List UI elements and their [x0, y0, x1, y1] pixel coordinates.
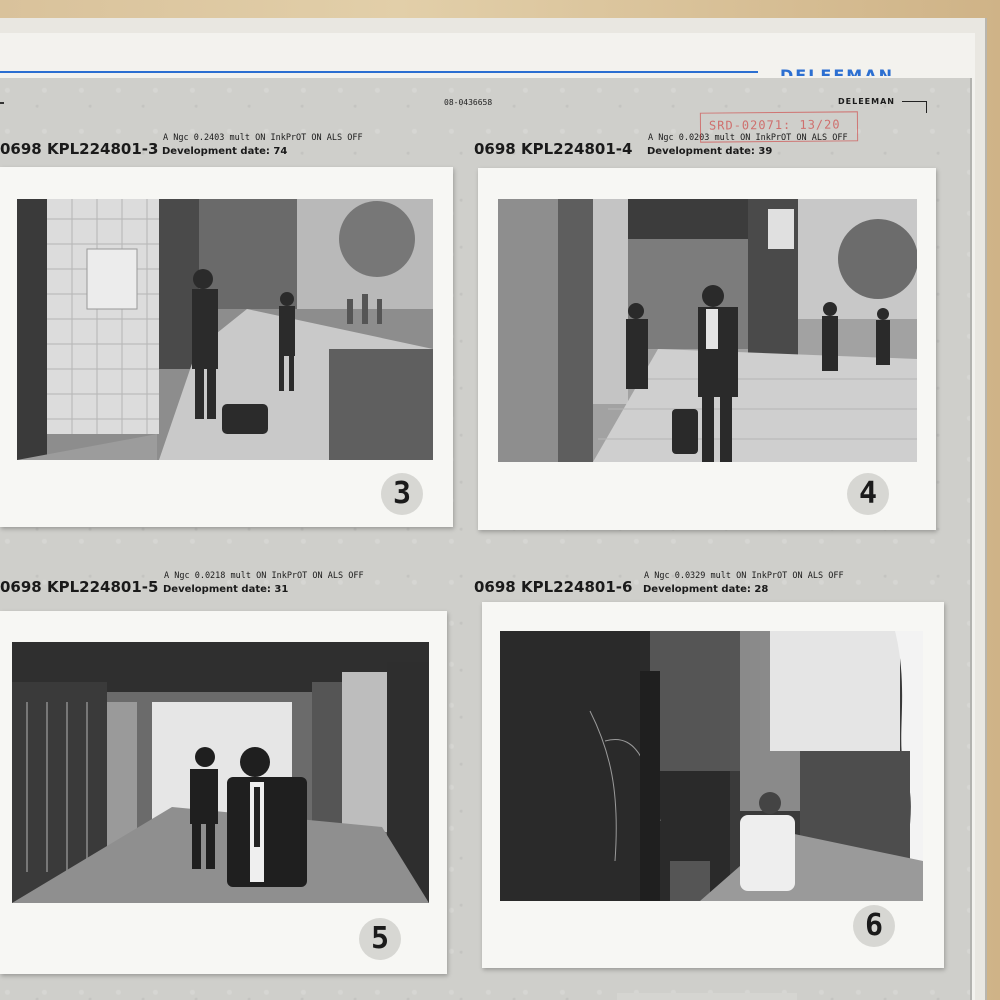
frame-number: 5 — [359, 918, 401, 960]
faded-street-scene-with-man-in-white-shirt-icon — [500, 631, 923, 901]
frame-params: A Ngc 0.0218 mult ON InkPrOT ON ALS OFF — [164, 571, 364, 581]
man-in-suit-walking-past-tiled-arcade-icon — [17, 199, 433, 460]
frame-number: 4 — [847, 473, 889, 515]
development-date: Development date: 28 — [643, 584, 769, 595]
brand-mark-tick — [926, 101, 927, 113]
polaroid-frame-5: 5 — [0, 611, 447, 974]
frame-code: 0698 KPL224801-4 — [474, 140, 633, 158]
polaroid-frame-4: 4 — [478, 168, 936, 530]
blue-rule — [0, 71, 758, 73]
development-date: Development date: 74 — [162, 146, 288, 157]
frame-number: 6 — [853, 905, 895, 947]
brand-mark-line — [902, 101, 926, 102]
corner-tick — [0, 102, 4, 104]
polaroid-frame-3: 3 — [0, 167, 453, 527]
brand-label: DELEEMAN — [838, 97, 895, 106]
tape-strip — [617, 993, 797, 1000]
frame-params: A Ngc 0.0329 mult ON InkPrOT ON ALS OFF — [644, 571, 844, 581]
frame-number: 3 — [381, 473, 423, 515]
polaroid-frame-6: 6 — [482, 602, 944, 968]
frame-code: 0698 KPL224801-3 — [0, 140, 159, 158]
serial-number: 08-0436658 — [444, 98, 493, 107]
frame-code: 0698 KPL224801-6 — [474, 578, 633, 596]
red-stamp: SRD-02071: 13/20 — [699, 111, 859, 143]
man-walking-through-covered-walkway-icon — [12, 642, 429, 903]
development-date: Development date: 39 — [647, 146, 773, 157]
frame-code: 0698 KPL224801-5 — [0, 578, 159, 596]
frame-params: A Ngc 0.2403 mult ON InkPrOT ON ALS OFF — [163, 133, 363, 143]
man-in-suit-under-colonnade-icon — [498, 199, 917, 462]
development-date: Development date: 31 — [163, 584, 289, 595]
brand-blue-logo: DELEEMAN — [780, 66, 894, 76]
